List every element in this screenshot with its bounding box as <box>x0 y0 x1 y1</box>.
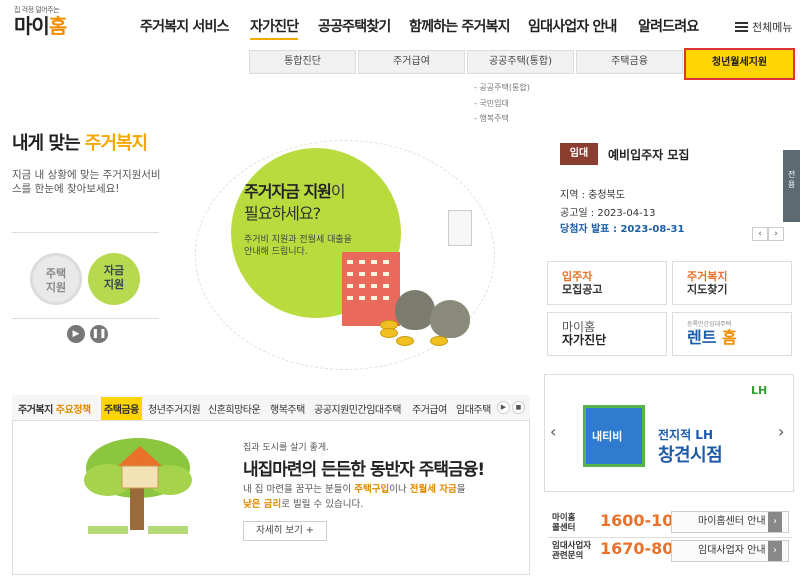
lh-next-button[interactable]: › <box>778 422 784 441</box>
calculator-icon <box>448 210 472 246</box>
fund-support-circle[interactable]: 자금 지원 <box>88 253 140 305</box>
landlord-guide-button[interactable]: 임대사업자 안내 <box>671 540 789 562</box>
housing-support-circle[interactable]: 주택 지원 <box>30 253 82 305</box>
money-bag-icon <box>395 290 435 330</box>
banner-applicant-notice[interactable]: 입주자 모집공고 <box>547 261 667 305</box>
myhome-center-button[interactable]: 마이홈센터 안내 <box>671 511 789 533</box>
contact-label-callcenter: 마이홈 콜센터 <box>552 513 576 533</box>
hamburger-icon <box>735 22 748 32</box>
nav-notices[interactable]: 알려드려요 <box>638 16 699 36</box>
site-logo[interactable]: 집 걱정 덜어주는 마이홈 <box>14 5 94 41</box>
subtab-housing-benefit[interactable]: 주거급여 <box>358 50 465 74</box>
nav-public-housing[interactable]: 공공주택찾기 <box>318 16 391 36</box>
policy-more-button[interactable]: 자세히 보기 + <box>243 521 327 541</box>
sublink-happy-housing[interactable]: - 행복주택 <box>474 113 509 124</box>
lh-banner-line2: 창견시점 <box>658 445 723 466</box>
hero-subtext: 주거비 지원과 전월세 대출을 안내해 드립니다. <box>244 235 352 257</box>
lh-tv-house-icon: 내티비 <box>583 405 645 467</box>
coin-icon <box>396 336 414 346</box>
subtab-public-housing[interactable]: 공공주택(통합) <box>467 50 574 74</box>
banner-self-diagnosis[interactable]: 마이홈 자가진단 <box>547 312 667 356</box>
policy-kicker: 집과 도시를 살기 좋게. <box>243 443 329 453</box>
hero-title: 내게 맞는 주거복지 <box>12 133 148 151</box>
notice-badge: 임대 <box>560 143 598 165</box>
policy-tab-housing-benefit[interactable]: 주거급여 <box>412 401 447 416</box>
subtab-housing-finance[interactable]: 주택금융 <box>576 50 683 74</box>
lh-prev-button[interactable]: ‹ <box>550 422 556 441</box>
logo-name: 마이홈 <box>14 14 67 38</box>
lh-logo: LH <box>751 384 768 397</box>
policy-tab-rental-housing[interactable]: 임대주택 <box>456 401 494 416</box>
policy-headline: 내집마련의 든든한 동반자 주택금융! <box>243 460 485 480</box>
notice-date: 공고일 : 2023-04-13 <box>560 208 656 219</box>
policy-heading: 주거복지 주요정책 <box>18 405 91 416</box>
divider <box>12 318 159 319</box>
policy-tab-housing-finance[interactable]: 주택금융 <box>101 397 142 420</box>
contact-label-landlord: 임대사업자 관련문의 <box>552 541 592 561</box>
notice-region: 지역 : 충청북도 <box>560 190 625 201</box>
nav-self-diagnosis[interactable]: 자가진단 <box>250 16 299 40</box>
banner-welfare-map[interactable]: 주거복지 지도찾기 <box>672 261 792 305</box>
notice-prev-button[interactable]: ‹ <box>752 227 768 241</box>
side-quick-tab[interactable]: 전 용 <box>783 150 800 222</box>
all-menu-button[interactable]: 전체메뉴 <box>735 19 792 35</box>
coin-icon <box>430 336 448 346</box>
policy-tab-private-rental[interactable]: 공공지원민간임대주택 <box>314 401 402 416</box>
treehouse-illustration <box>84 438 192 534</box>
notice-next-button[interactable]: › <box>768 227 784 241</box>
policy-stop-icon[interactable]: ■ <box>512 401 525 414</box>
money-bag-icon <box>430 300 470 338</box>
policy-tab-happy-housing[interactable]: 행복주택 <box>270 401 305 416</box>
banner-rent-home[interactable]: 등록민간임대주택 렌트 홈 <box>672 312 792 356</box>
nav-landlord-guide[interactable]: 임대사업자 안내 <box>528 16 617 36</box>
apartment-building-illustration <box>342 252 400 326</box>
sublink-national-rental[interactable]: - 국민임대 <box>474 98 509 109</box>
policy-tab-newlywed-town[interactable]: 신혼희망타운 <box>208 401 261 416</box>
hero-headline: 주거자금 지원이 필요하세요? <box>244 182 346 223</box>
policy-description: 내 집 마련을 꿈꾸는 분들이 주택구입이나 전월세 자금을 낮은 금리로 빌릴 … <box>243 484 466 510</box>
nav-housing-welfare-service[interactable]: 주거복지 서비스 <box>140 16 229 36</box>
subtab-youth-rent-support[interactable]: 청년월세지원 <box>684 48 795 80</box>
policy-tab-youth-housing[interactable]: 청년주거지원 <box>148 401 201 416</box>
subtab-integrated[interactable]: 통합진단 <box>249 50 356 74</box>
hero-description: 지금 내 상황에 맞는 주거지원서비스를 한눈에 찾아보세요! <box>12 169 161 195</box>
play-icon[interactable]: ▶ <box>67 325 85 343</box>
pause-icon[interactable]: ❚❚ <box>90 325 108 343</box>
coin-icon <box>380 328 398 338</box>
divider <box>12 232 159 233</box>
nav-together-welfare[interactable]: 함께하는 주거복지 <box>409 16 511 36</box>
divider <box>548 537 792 538</box>
notice-title[interactable]: 예비입주자 모집 <box>608 146 689 163</box>
sublink-public-housing[interactable]: - 공공주택(통합) <box>474 82 530 93</box>
all-menu-label: 전체메뉴 <box>752 21 793 34</box>
policy-next-icon[interactable]: ▶ <box>497 401 510 414</box>
notice-result-date: 당첨자 발표 : 2023-08-31 <box>560 224 685 235</box>
